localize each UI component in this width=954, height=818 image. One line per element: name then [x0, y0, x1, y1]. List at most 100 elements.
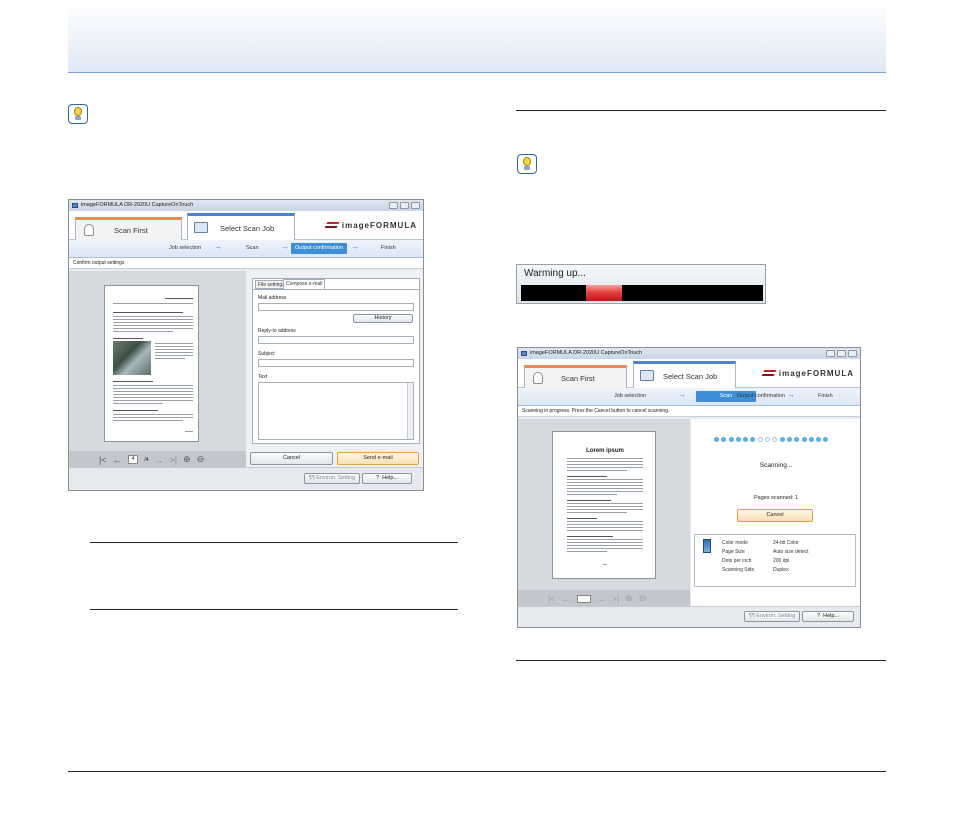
next-page-icon[interactable]: →	[597, 594, 606, 604]
brand-text: imageFORMULA	[341, 221, 417, 230]
text-label: Text	[258, 374, 268, 380]
help-button[interactable]: ? Help...	[362, 473, 412, 484]
arrow-right-icon: →	[678, 390, 686, 399]
preview-pane: |< ← 4 /4 → >| ⊕ ⊖	[69, 271, 246, 468]
close-button[interactable]	[411, 202, 420, 209]
capture-window-output: imageFORMULA DR-2020U CaptureOnTouch Sca…	[68, 199, 424, 491]
email-form: File settings Compose e-mail Mail addres…	[252, 278, 420, 444]
tab-select-scan-job-label: Select Scan Job	[663, 372, 718, 381]
next-page-icon[interactable]: →	[155, 455, 164, 465]
prev-page-icon[interactable]: ←	[113, 455, 122, 465]
mail-address-label: Mail address	[258, 295, 287, 301]
page-navigation: |< ← 4 /4 → >| ⊕ ⊖	[69, 451, 246, 468]
last-page-icon[interactable]: >|	[170, 455, 178, 465]
hand-touch-icon	[533, 372, 543, 384]
tab-select-scan-job[interactable]: Select Scan Job	[187, 213, 295, 241]
arrow-right-icon: →	[351, 242, 359, 251]
prev-page-icon[interactable]: ←	[562, 594, 571, 604]
maximize-button[interactable]	[837, 350, 846, 357]
tab-compose-email[interactable]: Compose e-mail	[283, 279, 326, 289]
rule	[90, 542, 458, 543]
page-navigation: |< ← → >| ⊕ ⊖	[518, 590, 690, 607]
brand-mark-icon	[761, 370, 777, 376]
tab-select-scan-job-label: Select Scan Job	[220, 224, 275, 233]
step-scan: Scan	[246, 245, 259, 251]
scrollbar[interactable]	[407, 383, 413, 439]
document-preview[interactable]: Lorem ipsum	[552, 431, 656, 579]
last-page-icon[interactable]: >|	[612, 594, 620, 604]
tab-select-scan-job[interactable]: Select Scan Job	[633, 361, 736, 389]
help-label: Help...	[823, 613, 840, 619]
window-footer: ¶¶ Environ. Setting ? Help...	[518, 606, 860, 627]
info-value: 200 dpi	[773, 558, 790, 564]
scan-job-icon	[640, 370, 654, 381]
environ-setting-button[interactable]: ¶¶ Environ. Setting	[744, 611, 800, 622]
zoom-in-icon[interactable]: ⊕	[625, 593, 633, 604]
hint-icon	[517, 154, 537, 174]
step-finish: Finish	[818, 393, 833, 399]
arrow-right-icon: →	[787, 390, 795, 399]
minimize-button[interactable]	[826, 350, 835, 357]
maximize-button[interactable]	[400, 202, 409, 209]
page-total: /4	[144, 456, 149, 463]
zoom-out-icon[interactable]: ⊖	[197, 454, 205, 465]
photo-thumbnail	[113, 341, 151, 375]
history-button[interactable]: History	[353, 314, 413, 323]
minimize-button[interactable]	[389, 202, 398, 209]
scan-job-icon	[194, 222, 208, 233]
cancel-button[interactable]: Cancel	[250, 452, 333, 465]
environ-setting-button[interactable]: ¶¶ Environ. Setting	[304, 473, 360, 484]
environ-setting-label: Environ. Setting	[316, 475, 356, 481]
first-page-icon[interactable]: |<	[548, 594, 556, 604]
info-label: Dots per inch	[722, 558, 752, 564]
window-titlebar: imageFORMULA DR-2020U CaptureOnTouch	[69, 200, 423, 211]
subject-label: Subject	[258, 351, 275, 357]
brand-mark-icon	[324, 222, 340, 228]
help-icon: ?	[375, 475, 380, 481]
job-tabs: Scan First Select Scan Job imageFORMULA	[69, 211, 423, 241]
first-page-icon[interactable]: |<	[99, 455, 107, 465]
tab-scan-first-label: Scan First	[561, 374, 595, 383]
send-email-button[interactable]: Send e-mail	[337, 452, 419, 465]
step-bar: Job selection → Scan → Output confirmati…	[69, 240, 423, 258]
warming-up-label: Warming up...	[524, 268, 586, 279]
page-number-input[interactable]: 4	[127, 455, 139, 464]
step-output-confirmation: Output confirmation	[291, 243, 347, 254]
page-number-input[interactable]	[576, 594, 591, 603]
manual-page: imageFORMULA DR-2020U CaptureOnTouch Sca…	[0, 0, 954, 818]
help-icon: ?	[816, 613, 821, 619]
help-button[interactable]: ? Help...	[802, 611, 854, 622]
subject-field[interactable]	[258, 359, 414, 367]
reply-to-label: Reply-to address	[258, 328, 296, 334]
brand-logo: imageFORMULA	[761, 369, 854, 378]
body-textarea[interactable]	[258, 382, 414, 440]
rule	[90, 609, 458, 610]
info-label: Color mode	[722, 540, 748, 546]
scanning-pane: Scanning... Pages scanned: 1 Cancel Colo…	[691, 419, 860, 607]
status-text: Scanning in progress. Press the Cancel b…	[518, 406, 860, 417]
app-icon	[521, 351, 527, 356]
footer-rule	[68, 771, 886, 772]
window-title: imageFORMULA DR-2020U CaptureOnTouch	[530, 350, 643, 356]
window-titlebar: imageFORMULA DR-2020U CaptureOnTouch	[518, 348, 860, 359]
info-label: Scanning Side	[722, 567, 755, 573]
tab-scan-first[interactable]: Scan First	[75, 217, 182, 240]
brand-logo: imageFORMULA	[324, 221, 417, 230]
zoom-in-icon[interactable]: ⊕	[183, 454, 191, 465]
rule	[516, 110, 886, 111]
scanning-label: Scanning...	[759, 462, 793, 469]
mail-address-field[interactable]	[258, 303, 414, 311]
pages-scanned: Pages scanned: 1	[753, 495, 799, 501]
close-button[interactable]	[848, 350, 857, 357]
tab-scan-first[interactable]: Scan First	[524, 365, 627, 388]
app-icon	[72, 203, 78, 208]
progress-fill	[586, 285, 622, 301]
document-preview[interactable]	[104, 285, 199, 442]
reply-to-field[interactable]	[258, 336, 414, 344]
cancel-button[interactable]: Cancel	[737, 509, 813, 522]
window-title: imageFORMULA DR-2020U CaptureOnTouch	[81, 202, 194, 208]
arrow-right-icon: →	[281, 242, 289, 251]
zoom-out-icon[interactable]: ⊖	[639, 593, 647, 604]
window-footer: ¶¶ Environ. Setting ? Help...	[69, 467, 423, 490]
warming-up-indicator: Warming up...	[516, 264, 766, 304]
